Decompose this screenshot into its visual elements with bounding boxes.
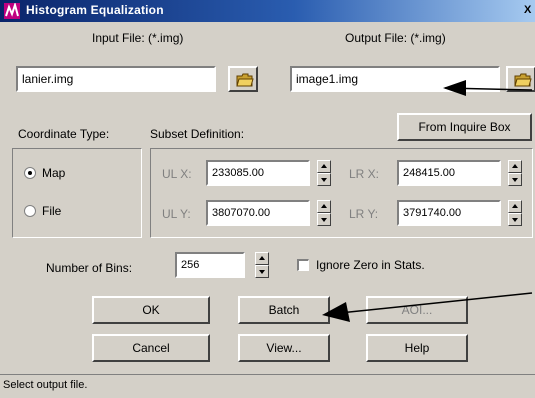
coordinate-type-label: Coordinate Type: xyxy=(18,127,110,141)
spin-up-icon[interactable] xyxy=(317,160,331,173)
spin-up-icon[interactable] xyxy=(317,200,331,213)
output-file-label: Output File: (*.img) xyxy=(345,31,446,45)
ul-x-field[interactable]: 233085.00 xyxy=(206,160,310,186)
lr-y-spinner[interactable] xyxy=(508,200,522,226)
map-radio-label: Map xyxy=(42,166,66,180)
input-file-value: lanier.img xyxy=(22,72,74,86)
coordinate-type-group xyxy=(12,148,142,238)
batch-button-label: Batch xyxy=(268,303,300,317)
ignore-zero-checkbox[interactable] xyxy=(297,259,309,271)
file-radio-label: File xyxy=(42,204,62,218)
title-bar[interactable]: Histogram Equalization X xyxy=(0,0,535,22)
from-inquire-box-label: From Inquire Box xyxy=(418,120,511,134)
folder-open-icon xyxy=(514,73,532,87)
ul-y-value: 3807070.00 xyxy=(212,207,271,219)
aoi-button[interactable]: AOI... xyxy=(366,296,468,324)
view-button-label: View... xyxy=(266,341,302,355)
output-file-value: image1.img xyxy=(296,72,359,86)
lr-x-label: LR X: xyxy=(349,167,380,181)
ul-x-spinner[interactable] xyxy=(317,160,331,186)
ul-y-spinner[interactable] xyxy=(317,200,331,226)
app-icon xyxy=(4,3,20,19)
spin-down-icon[interactable] xyxy=(317,173,331,186)
number-of-bins-value: 256 xyxy=(181,259,200,271)
ul-y-label: UL Y: xyxy=(162,207,191,221)
lr-y-label: LR Y: xyxy=(349,207,379,221)
output-file-field[interactable]: image1.img xyxy=(290,66,500,92)
spin-down-icon[interactable] xyxy=(508,213,522,226)
ul-x-value: 233085.00 xyxy=(212,167,264,179)
aoi-button-label: AOI... xyxy=(401,303,433,317)
ul-x-label: UL X: xyxy=(162,167,192,181)
input-file-label: Input File: (*.img) xyxy=(92,31,184,45)
input-file-field[interactable]: lanier.img xyxy=(16,66,216,92)
from-inquire-box-button[interactable]: From Inquire Box xyxy=(397,113,532,141)
spin-down-icon[interactable] xyxy=(255,265,269,278)
number-of-bins-label: Number of Bins: xyxy=(46,261,133,275)
view-button[interactable]: View... xyxy=(238,334,330,362)
spin-down-icon[interactable] xyxy=(508,173,522,186)
lr-x-field[interactable]: 248415.00 xyxy=(397,160,501,186)
spin-down-icon[interactable] xyxy=(317,213,331,226)
map-radio[interactable] xyxy=(24,167,36,179)
help-button[interactable]: Help xyxy=(366,334,468,362)
close-button[interactable]: X xyxy=(524,3,535,17)
ul-y-field[interactable]: 3807070.00 xyxy=(206,200,310,226)
lr-x-spinner[interactable] xyxy=(508,160,522,186)
ignore-zero-label: Ignore Zero in Stats. xyxy=(316,258,425,272)
ok-button-label: OK xyxy=(142,303,160,317)
number-of-bins-spinner[interactable] xyxy=(255,252,269,278)
lr-y-value: 3791740.00 xyxy=(403,207,462,219)
ok-button[interactable]: OK xyxy=(92,296,210,324)
input-browse-button[interactable] xyxy=(228,66,258,92)
cancel-button-label: Cancel xyxy=(132,341,170,355)
lr-x-value: 248415.00 xyxy=(403,167,455,179)
folder-open-icon xyxy=(236,73,254,87)
number-of-bins-field[interactable]: 256 xyxy=(175,252,245,278)
file-radio[interactable] xyxy=(24,205,36,217)
spin-up-icon[interactable] xyxy=(508,200,522,213)
batch-button[interactable]: Batch xyxy=(238,296,330,324)
spin-up-icon[interactable] xyxy=(255,252,269,265)
status-bar: Select output file. xyxy=(0,374,535,398)
window-title: Histogram Equalization xyxy=(26,3,164,17)
histogram-equalization-dialog: Histogram Equalization X Input File: (*.… xyxy=(0,0,535,398)
output-browse-button[interactable] xyxy=(506,66,535,92)
status-text: Select output file. xyxy=(3,379,88,391)
cancel-button[interactable]: Cancel xyxy=(92,334,210,362)
subset-definition-label: Subset Definition: xyxy=(150,127,245,141)
help-button-label: Help xyxy=(404,341,430,355)
spin-up-icon[interactable] xyxy=(508,160,522,173)
lr-y-field[interactable]: 3791740.00 xyxy=(397,200,501,226)
